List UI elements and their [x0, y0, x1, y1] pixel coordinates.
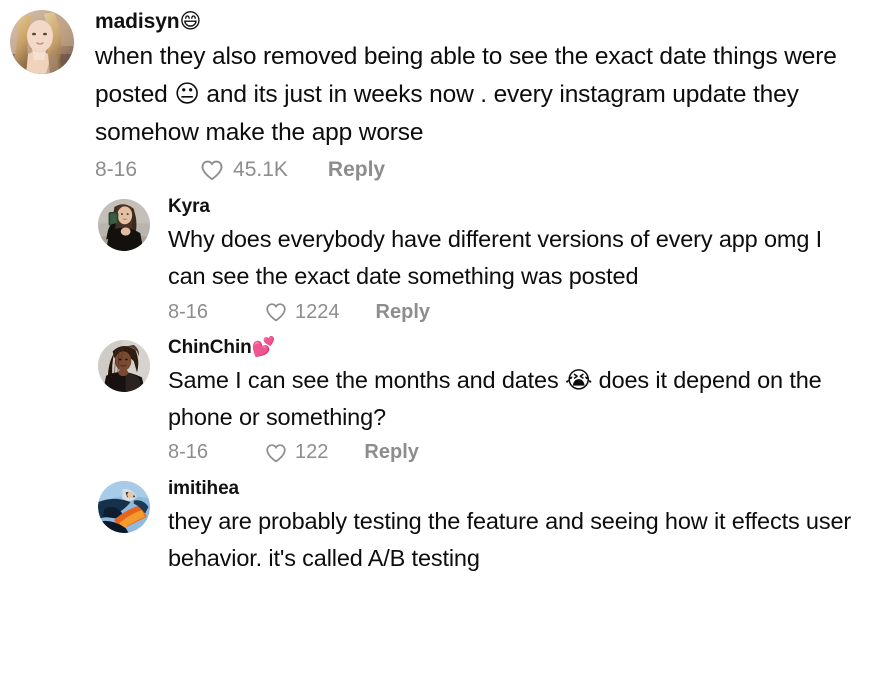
like-button[interactable]: 1224	[264, 300, 340, 324]
comment-item: imitihea they are probably testing the f…	[0, 465, 878, 577]
comment-content: Kyra Why does everybody have different v…	[168, 195, 878, 324]
username-text: madisyn	[95, 10, 180, 33]
avatar[interactable]	[98, 340, 150, 392]
comment-username[interactable]: imitihea	[168, 477, 862, 501]
comment-thread: madisyn😄 when they also removed being ab…	[0, 0, 878, 577]
like-button[interactable]: 45.1K	[199, 157, 288, 183]
reply-button[interactable]: Reply	[376, 301, 430, 324]
heart-icon	[264, 300, 288, 324]
comment-content: imitihea they are probably testing the f…	[168, 477, 878, 577]
reply-button[interactable]: Reply	[328, 158, 385, 182]
avatar-image-chinchin	[98, 340, 150, 392]
avatar[interactable]	[98, 480, 150, 533]
comment-username[interactable]: ChinChin💕	[168, 336, 862, 360]
avatar[interactable]	[10, 10, 74, 74]
comment-item: madisyn😄 when they also removed being ab…	[0, 0, 878, 183]
comment-date: 8-16	[168, 441, 209, 464]
reply-button[interactable]: Reply	[364, 441, 418, 464]
comment-meta: 8-16 122 Reply	[168, 441, 862, 465]
avatar-image-kyra	[98, 199, 150, 252]
comment-meta: 8-16 45.1K Reply	[95, 157, 862, 183]
like-count: 45.1K	[233, 158, 288, 182]
comment-text: Same I can see the months and dates 😭 do…	[168, 366, 822, 430]
heart-icon	[199, 157, 225, 183]
avatar-image-madisyn	[10, 10, 74, 74]
avatar[interactable]	[98, 199, 150, 252]
username-text: ChinChin	[168, 337, 252, 358]
comment-text: when they also removed being able to see…	[95, 43, 837, 147]
username-emoji: 💕	[251, 336, 276, 358]
like-count: 1224	[295, 300, 340, 323]
comment-username[interactable]: Kyra	[168, 195, 862, 219]
username-text: imitihea	[168, 477, 239, 499]
comment-item: ChinChin💕 Same I can see the months and …	[0, 324, 878, 465]
comment-text: Why does everybody have different versio…	[168, 226, 822, 289]
comment-username[interactable]: madisyn😄	[95, 8, 862, 35]
heart-icon	[264, 441, 288, 465]
comment-text: they are probably testing the feature an…	[168, 507, 852, 571]
comment-meta: 8-16 1224 Reply	[168, 300, 862, 324]
comment-date: 8-16	[95, 158, 138, 182]
username-text: Kyra	[168, 196, 210, 218]
comment-content: madisyn😄 when they also removed being ab…	[95, 8, 878, 183]
comment-date: 8-16	[168, 300, 209, 323]
avatar-image-imitihea	[98, 480, 150, 533]
username-emoji: 😄	[179, 9, 202, 33]
comment-item: Kyra Why does everybody have different v…	[0, 183, 878, 324]
comment-content: ChinChin💕 Same I can see the months and …	[168, 336, 878, 465]
like-button[interactable]: 122	[264, 441, 328, 465]
like-count: 122	[295, 441, 329, 464]
